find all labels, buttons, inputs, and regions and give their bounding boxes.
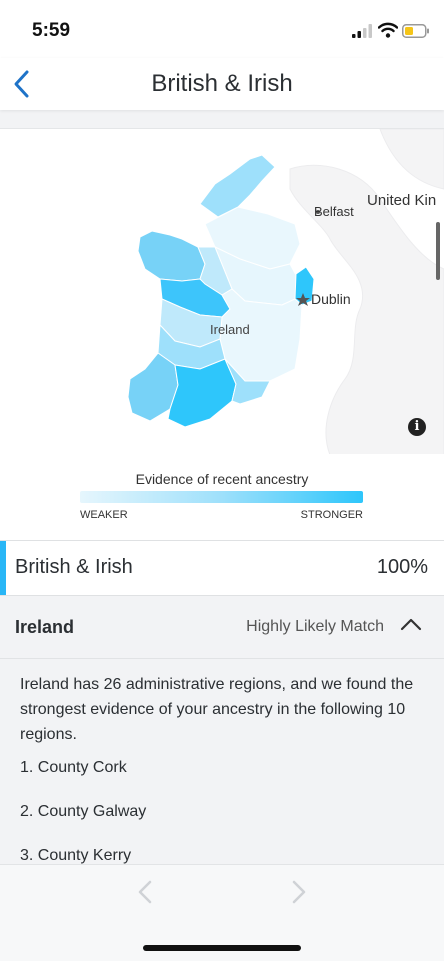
detail-title: Ireland	[15, 617, 75, 637]
map-label-ireland: Ireland	[210, 322, 250, 337]
legend-title: Evidence of recent ancestry	[135, 471, 309, 487]
ireland-detail-toggle[interactable]: Ireland Highly Likely Match	[0, 596, 444, 659]
county-cork	[167, 358, 237, 428]
legend-stronger-label: STRONGER	[300, 509, 363, 521]
region-summary-row[interactable]: British & Irish 100%	[0, 540, 444, 596]
battery-icon	[402, 24, 429, 38]
detail-description: Ireland has 26 administrative regions, a…	[20, 676, 414, 743]
map-label-dublin: Dublin	[311, 291, 351, 307]
ancestry-legend: Evidence of recent ancestry WEAKER STRON…	[0, 454, 444, 540]
info-icon[interactable]: i	[408, 418, 426, 436]
status-time: 5:59	[32, 20, 71, 41]
legend-gradient-bar	[80, 491, 363, 503]
county-donegal	[199, 154, 276, 218]
bottom-toolbar	[0, 864, 444, 961]
page-title: British & Irish	[151, 70, 293, 97]
match-confidence: Highly Likely Match	[246, 618, 384, 635]
previous-button[interactable]	[134, 879, 158, 905]
region-accent-bar	[0, 541, 6, 595]
ancestry-map[interactable]: Belfast United Kin Dublin Ireland i	[0, 128, 444, 456]
map-graphic	[127, 129, 444, 455]
nav-bar: British & Irish	[0, 58, 444, 110]
ireland-counties	[127, 154, 315, 428]
next-button[interactable]	[286, 879, 310, 905]
home-indicator	[143, 945, 301, 951]
signal-icon	[352, 24, 372, 38]
wifi-icon	[378, 22, 398, 38]
county-list-item: 3. County Kerry	[20, 847, 132, 864]
county-list-item: 1. County Cork	[20, 759, 127, 776]
county-mayo	[137, 230, 206, 282]
region-name: British & Irish	[15, 556, 133, 578]
chevron-up-icon[interactable]	[400, 616, 422, 632]
map-label-united-kingdom: United Kin	[367, 192, 437, 209]
county-list-item: 2. County Galway	[20, 803, 147, 820]
status-bar: 5:59	[0, 0, 444, 58]
map-label-belfast: Belfast	[314, 204, 354, 219]
region-percent: 100%	[376, 556, 428, 578]
map-scrollbar[interactable]	[436, 222, 440, 280]
detail-body: Ireland has 26 administrative regions, a…	[0, 659, 444, 864]
legend-weaker-label: WEAKER	[80, 509, 128, 521]
